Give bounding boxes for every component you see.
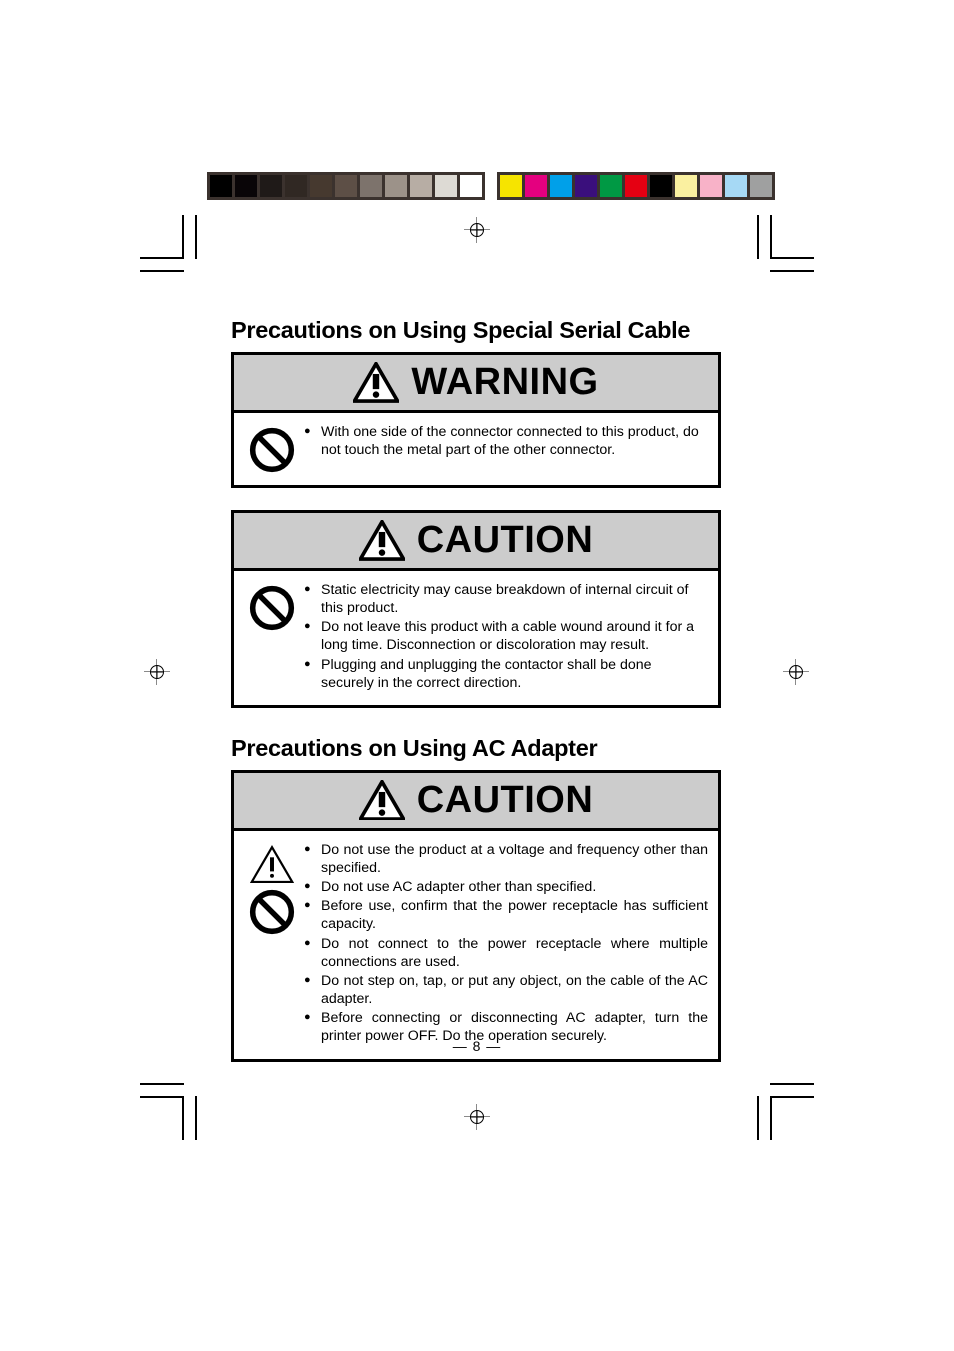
color-calibration-strip-swatch xyxy=(700,175,722,197)
color-calibration-strip-swatch xyxy=(750,175,772,197)
crop-mark-bottom-left xyxy=(140,1080,200,1140)
alert-body: Static electricity may cause breakdown o… xyxy=(234,571,718,705)
grayscale-calibration-strip-swatch xyxy=(385,175,407,197)
crop-mark-top-left xyxy=(140,215,200,275)
grayscale-calibration-strip-swatch xyxy=(310,175,332,197)
alert-list-item: Do not use AC adapter other than specifi… xyxy=(304,878,708,896)
section-heading: Precautions on Using Special Serial Cabl… xyxy=(231,317,691,343)
alert-list-item: Static electricity may cause breakdown o… xyxy=(304,581,708,617)
grayscale-calibration-strip-swatch xyxy=(435,175,457,197)
alert-icon-column xyxy=(240,581,304,693)
registration-target-icon xyxy=(150,665,164,679)
prohibition-icon xyxy=(249,889,295,935)
alert-list-item: Do not step on, tap, or put any object, … xyxy=(304,972,708,1008)
alert-box-caution: CAUTION Static electricity may cause brea… xyxy=(231,509,721,708)
alert-header-label: CAUTION xyxy=(416,779,594,822)
alert-box-warning: WARNING With one side of the connector co… xyxy=(231,351,721,488)
alert-header-label: WARNING xyxy=(411,361,599,404)
registration-target-bottom xyxy=(464,1104,490,1130)
grayscale-calibration-strip-swatch xyxy=(360,175,382,197)
color-calibration-strip-swatch xyxy=(500,175,522,197)
alert-item-list: Do not use the product at a voltage and … xyxy=(304,841,708,1047)
grayscale-calibration-strip-swatch xyxy=(460,175,482,197)
registration-target-left xyxy=(144,659,170,685)
section-heading: Precautions on Using AC Adapter xyxy=(231,734,598,761)
grayscale-calibration-strip-swatch xyxy=(260,175,282,197)
prohibition-icon xyxy=(249,427,295,473)
crop-mark-bottom-right xyxy=(754,1080,814,1140)
alert-body: With one side of the connector connected… xyxy=(234,413,718,485)
alert-icon-column xyxy=(240,841,304,1047)
alert-header-label: CAUTION xyxy=(416,519,594,562)
grayscale-calibration-strip-swatch xyxy=(235,175,257,197)
color-calibration-strip-swatch xyxy=(575,175,597,197)
alert-item-list: Static electricity may cause breakdown o… xyxy=(304,581,708,693)
color-calibration-strip-swatch xyxy=(525,175,547,197)
warning-triangle-icon xyxy=(356,778,407,821)
color-calibration-strip-swatch xyxy=(675,175,697,197)
color-calibration-strip-swatch xyxy=(550,175,572,197)
registration-target-icon xyxy=(789,665,803,679)
color-calibration-strip-swatch xyxy=(725,175,747,197)
alert-list-item: Before use, confirm that the power recep… xyxy=(304,897,708,933)
registration-target-icon xyxy=(470,223,484,237)
warning-triangle-outline-icon xyxy=(249,844,295,884)
warning-triangle-icon xyxy=(351,360,402,404)
grayscale-calibration-strip-swatch xyxy=(210,175,232,197)
color-calibration-strip-swatch xyxy=(600,175,622,197)
alert-list-item: Plugging and unplugging the contactor sh… xyxy=(304,656,708,692)
color-calibration-strip-swatch xyxy=(625,175,647,197)
page-content: Precautions on Using Special Serial Cabl… xyxy=(231,317,721,1084)
grayscale-calibration-strip-swatch xyxy=(410,175,432,197)
alert-header: CAUTION xyxy=(234,772,718,831)
grayscale-calibration-strip-swatch xyxy=(285,175,307,197)
color-calibration-strip xyxy=(497,172,775,200)
alert-header: CAUTION xyxy=(234,512,718,571)
alert-list-item: With one side of the connector connected… xyxy=(304,423,708,459)
prohibition-icon xyxy=(249,585,295,631)
color-calibration-strip-swatch xyxy=(650,175,672,197)
page-number: — 8 — xyxy=(452,1038,502,1054)
registration-target-icon xyxy=(470,1110,484,1124)
alert-header: WARNING xyxy=(234,354,718,413)
alert-list-item: Do not leave this product with a cable w… xyxy=(304,618,708,654)
grayscale-calibration-strip-swatch xyxy=(335,175,357,197)
alert-item-list: With one side of the connector connected… xyxy=(304,423,708,473)
alert-list-item: Do not connect to the power receptacle w… xyxy=(304,935,708,971)
alert-box-caution: CAUTION Do not use the product at a volta… xyxy=(231,769,721,1062)
registration-target-right xyxy=(783,659,809,685)
warning-triangle-icon xyxy=(356,518,407,562)
grayscale-calibration-strip xyxy=(207,172,485,200)
alert-icon-column xyxy=(240,423,304,473)
registration-target-top xyxy=(464,217,490,243)
crop-mark-top-right xyxy=(754,215,814,275)
alert-body: Do not use the product at a voltage and … xyxy=(234,831,718,1059)
alert-list-item: Do not use the product at a voltage and … xyxy=(304,841,708,877)
